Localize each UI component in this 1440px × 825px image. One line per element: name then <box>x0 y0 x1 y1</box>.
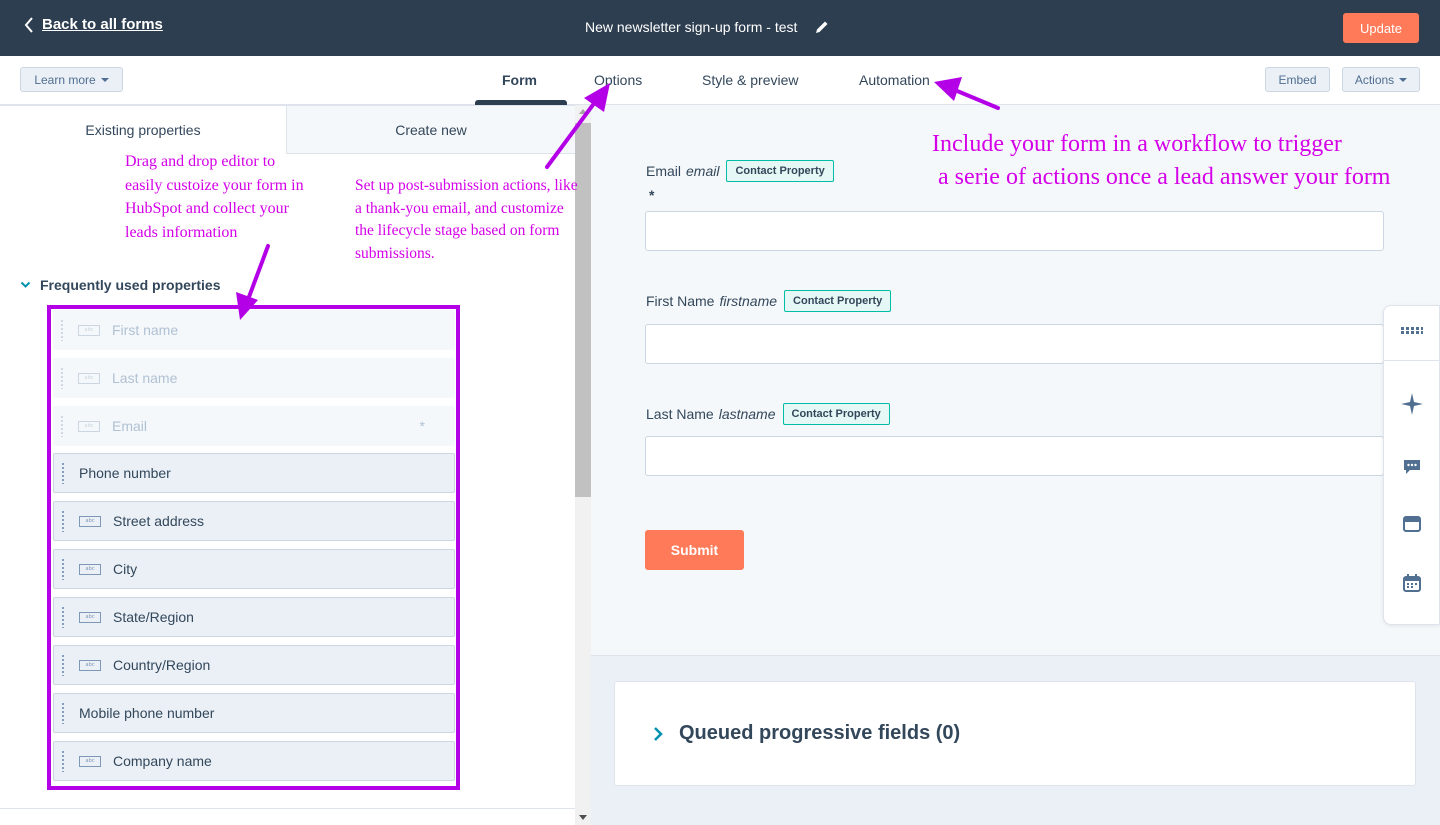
form-title-text: New newsletter sign-up form - test <box>585 19 798 35</box>
queued-fields-area: Queued progressive fields (0) <box>591 655 1440 825</box>
grid-icon[interactable] <box>1400 326 1424 336</box>
annotation-automation: Include your form in a workflow to trigg… <box>932 128 1432 194</box>
email-input[interactable] <box>645 211 1384 251</box>
actions-button[interactable]: Actions <box>1342 67 1420 92</box>
submit-button[interactable]: Submit <box>645 530 744 570</box>
annotation-drag-drop: Drag and drop editor to easily custoize … <box>125 153 304 241</box>
tab-style-preview[interactable]: Style & preview <box>702 72 798 88</box>
divider <box>1384 360 1439 361</box>
first-name-field-label: First Name firstname Contact Property <box>646 290 892 312</box>
contact-property-badge: Contact Property <box>782 403 890 425</box>
field-internal-name: email <box>686 163 720 179</box>
caret-down-icon <box>1399 77 1408 82</box>
form-title: New newsletter sign-up form - test <box>585 19 829 35</box>
tab-options[interactable]: Options <box>594 72 642 88</box>
tab-bar: Learn more Form Options Style & preview … <box>0 56 1440 105</box>
last-name-field-label: Last Name lastname Contact Property <box>646 403 890 425</box>
inbox-icon[interactable] <box>1403 516 1421 532</box>
tab-automation[interactable]: Automation <box>859 72 930 88</box>
top-bar: Back to all forms New newsletter sign-up… <box>0 0 1440 56</box>
chevron-left-icon <box>24 16 33 33</box>
field-label-text: First Name <box>646 293 715 309</box>
field-internal-name: lastname <box>718 406 776 422</box>
update-button[interactable]: Update <box>1343 13 1419 43</box>
embed-button[interactable]: Embed <box>1265 67 1330 92</box>
section-title: Frequently used properties <box>40 277 221 293</box>
back-to-all-forms-link[interactable]: Back to all forms <box>24 16 163 33</box>
back-label: Back to all forms <box>42 16 163 33</box>
learn-more-label: Learn more <box>34 72 96 87</box>
annotation-line-1: Include your form in a workflow to trigg… <box>932 131 1342 157</box>
scroll-down-icon[interactable] <box>579 815 587 820</box>
side-rail <box>1383 305 1440 625</box>
annotation-options: Set up post-submission actions, like a t… <box>355 177 578 263</box>
field-internal-name: firstname <box>719 293 778 309</box>
field-label-text: Last Name <box>646 406 714 422</box>
scroll-up-icon[interactable] <box>579 109 587 114</box>
sparkle-icon[interactable] <box>1400 392 1424 416</box>
first-name-input[interactable] <box>645 324 1384 364</box>
learn-more-button[interactable]: Learn more <box>20 67 123 92</box>
caret-down-icon <box>100 77 109 82</box>
annotation-highlight-box <box>47 305 460 790</box>
chevron-right-icon <box>654 726 663 741</box>
pencil-icon[interactable] <box>815 20 829 34</box>
field-label-text: Email <box>646 163 682 179</box>
required-mark: * <box>649 187 655 203</box>
tab-form[interactable]: Form <box>502 72 537 88</box>
contact-property-badge: Contact Property <box>726 160 834 182</box>
frequently-used-section-toggle[interactable]: Frequently used properties <box>20 277 220 293</box>
chat-icon[interactable] <box>1402 458 1422 476</box>
subtab-existing-properties[interactable]: Existing properties <box>0 105 287 154</box>
email-field-label: Email email Contact Property <box>646 160 834 182</box>
annotation-line-2: a serie of actions once a lead answer yo… <box>938 164 1391 190</box>
contact-property-badge: Contact Property <box>784 290 892 312</box>
divider <box>0 808 575 809</box>
last-name-input[interactable] <box>645 436 1384 476</box>
queued-label: Queued progressive fields (0) <box>679 722 961 744</box>
queued-progressive-fields[interactable]: Queued progressive fields (0) <box>614 681 1416 786</box>
subtab-create-new[interactable]: Create new <box>287 105 575 154</box>
calendar-icon[interactable] <box>1403 574 1421 592</box>
actions-label: Actions <box>1354 72 1395 87</box>
chevron-down-icon <box>20 281 31 288</box>
